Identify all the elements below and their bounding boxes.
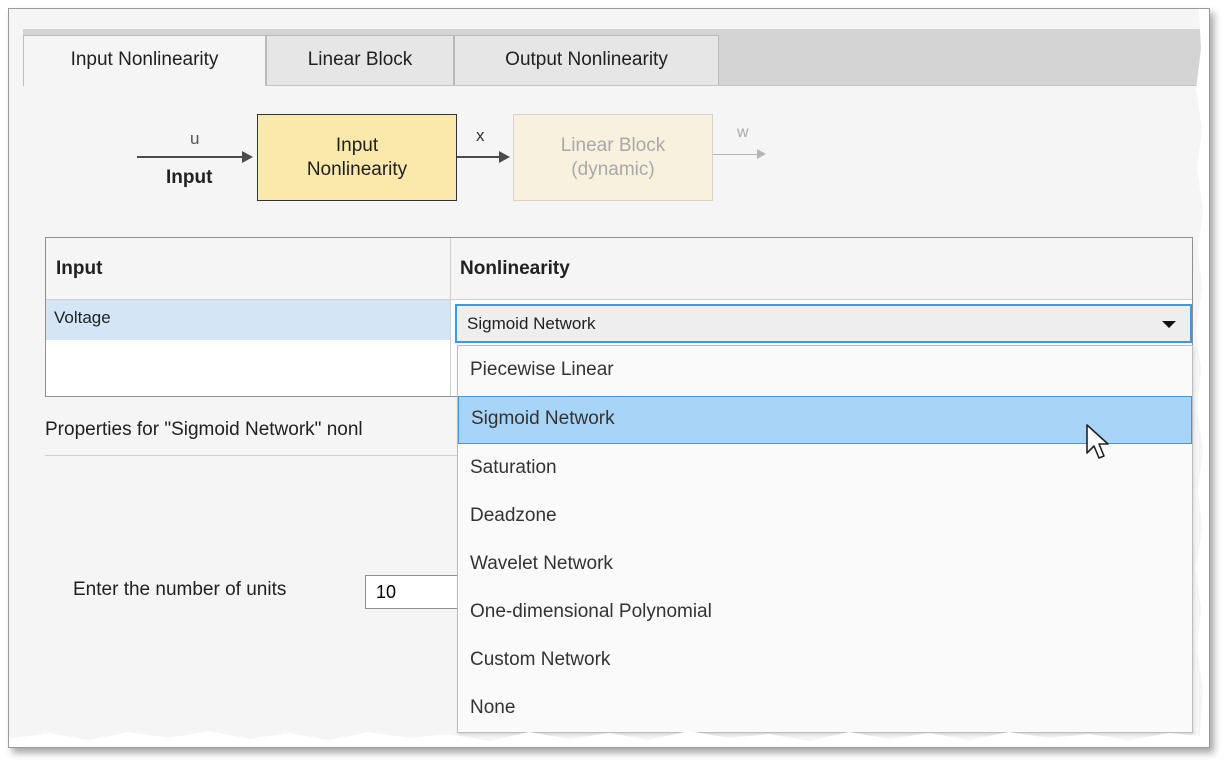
input-nonlinearity-block[interactable]: Input Nonlinearity: [257, 114, 457, 201]
block-diagram: u Input Input Nonlinearity x Linear Block…: [9, 9, 909, 229]
input-wire: [137, 156, 242, 158]
menu-option-saturation[interactable]: Saturation: [458, 444, 1192, 492]
window-frame: Input Nonlinearity Linear Block Output N…: [8, 8, 1210, 748]
properties-heading: Properties for "Sigmoid Network" nonl: [45, 405, 457, 456]
menu-option-deadzone[interactable]: Deadzone: [458, 492, 1192, 540]
mid-arrow-icon: [499, 151, 510, 163]
block2-line2: (dynamic): [571, 158, 655, 180]
units-label: Enter the number of units: [73, 579, 287, 600]
input-signal-label: u: [190, 129, 200, 148]
column-header-input: Input: [46, 238, 450, 300]
block1-line1: Input: [335, 134, 379, 156]
menu-option-sigmoid-network[interactable]: Sigmoid Network: [458, 396, 1192, 444]
menu-option-one-dimensional-polynomial[interactable]: One-dimensional Polynomial: [458, 588, 1192, 636]
output-wire: [713, 154, 757, 155]
output-signal-label: w: [737, 124, 749, 141]
input-arrow-icon: [242, 151, 253, 163]
mouse-pointer-icon: [1086, 424, 1109, 459]
input-caption: Input: [166, 167, 213, 188]
chevron-down-icon: [1162, 321, 1176, 328]
nonlinearity-menu: Piecewise Linear Sigmoid Network Saturat…: [457, 345, 1193, 733]
mid-wire: [457, 156, 499, 158]
units-input[interactable]: [365, 575, 457, 609]
block2-line1: Linear Block: [560, 134, 666, 156]
menu-option-piecewise-linear[interactable]: Piecewise Linear: [458, 346, 1192, 394]
mid-signal-label: x: [476, 126, 485, 145]
menu-option-wavelet-network[interactable]: Wavelet Network: [458, 540, 1192, 588]
column-header-nonlinearity: Nonlinearity: [450, 238, 1192, 300]
table-row-input-cell[interactable]: Voltage: [46, 300, 450, 340]
select-value: Sigmoid Network: [467, 314, 596, 333]
linear-block: Linear Block (dynamic): [513, 114, 713, 201]
block1-line2: Nonlinearity: [306, 158, 408, 180]
nonlinearity-select[interactable]: Sigmoid Network: [455, 304, 1192, 343]
column-divider: [450, 238, 451, 396]
menu-option-none[interactable]: None: [458, 684, 1192, 732]
menu-option-custom-network[interactable]: Custom Network: [458, 636, 1192, 684]
scroll-down-arrow-icon[interactable]: [757, 739, 771, 747]
output-arrow-icon: [757, 149, 766, 159]
